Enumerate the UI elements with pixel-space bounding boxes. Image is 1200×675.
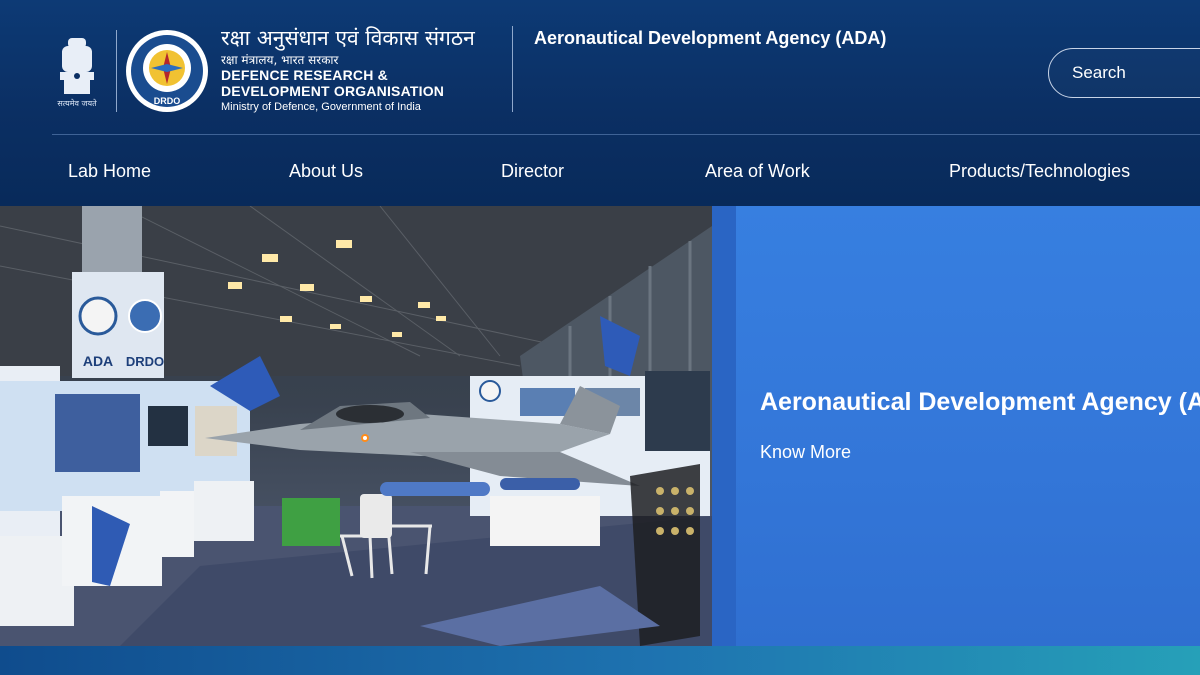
signage-ada: ADA xyxy=(83,353,113,369)
hero-gap xyxy=(712,206,736,646)
hero-panel: Aeronautical Development Agency (ADA) Kn… xyxy=(736,206,1200,646)
nav-item-lab-home[interactable]: Lab Home xyxy=(68,161,151,182)
search-input[interactable]: Search xyxy=(1048,48,1200,98)
nav-divider xyxy=(52,134,1200,135)
hero-title: Aeronautical Development Agency (ADA) xyxy=(760,388,1200,416)
org-name-line2: DEVELOPMENT ORGANISATION xyxy=(221,83,445,99)
drdo-logo-text: DRDO xyxy=(154,96,181,106)
site-header: सत्यमेव जयते DRDO रक्षा अनुसंधान एवं विक… xyxy=(0,0,1200,206)
nav-item-products-technologies[interactable]: Products/Technologies xyxy=(949,161,1130,182)
hero-image: ADA DRDO xyxy=(0,206,712,646)
know-more-link[interactable]: Know More xyxy=(760,442,851,463)
footer-band xyxy=(0,646,1200,675)
search-placeholder: Search xyxy=(1072,63,1126,82)
header-divider xyxy=(116,30,117,112)
org-name-line1: DEFENCE RESEARCH & xyxy=(221,67,388,83)
header-divider-2 xyxy=(512,26,513,112)
hero-photo-illustration: ADA DRDO xyxy=(0,206,712,646)
nav-item-about-us[interactable]: About Us xyxy=(289,161,363,182)
org-ministry: Ministry of Defence, Government of India xyxy=(221,101,421,113)
drdo-logo-icon[interactable]: DRDO xyxy=(124,28,210,114)
org-name-hindi: रक्षा अनुसंधान एवं विकास संगठन xyxy=(221,26,475,50)
nav-item-director[interactable]: Director xyxy=(501,161,564,182)
lab-title[interactable]: Aeronautical Development Agency (ADA) xyxy=(534,28,886,49)
signage-drdo: DRDO xyxy=(126,354,164,369)
emblem-motto: सत्यमेव जयते xyxy=(57,99,97,108)
nav-item-area-of-work[interactable]: Area of Work xyxy=(705,161,810,182)
org-ministry-hindi: रक्षा मंत्रालय, भारत सरकार xyxy=(221,53,339,67)
